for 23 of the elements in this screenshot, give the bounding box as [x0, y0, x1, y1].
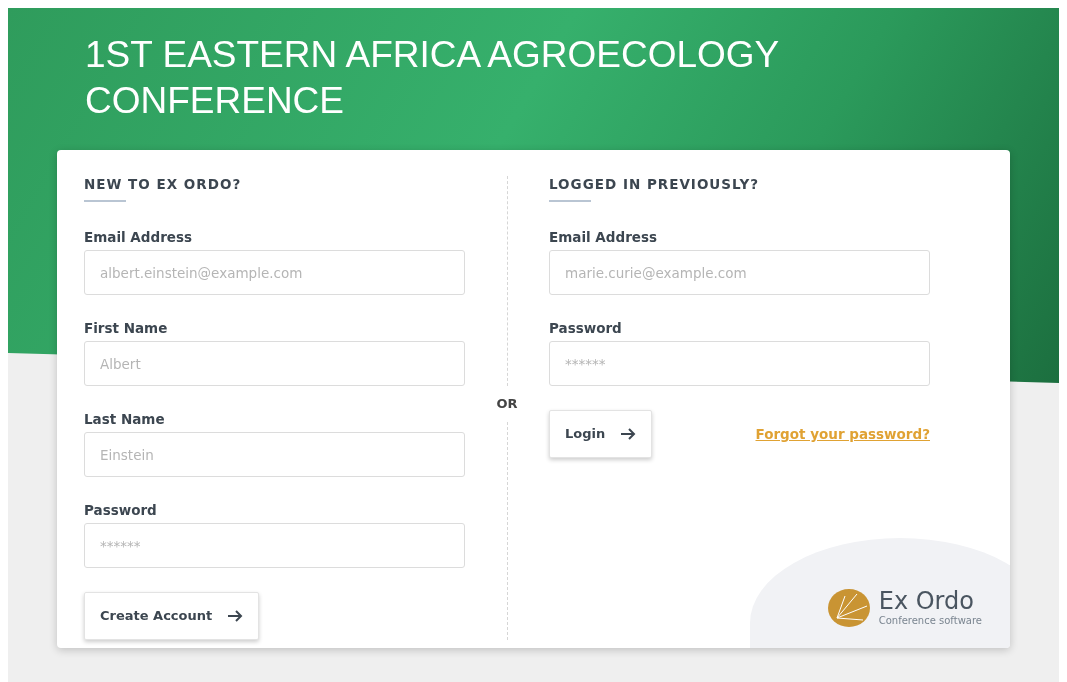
login-button[interactable]: Login — [549, 410, 653, 458]
section-heading: NEW TO EX ORDO? — [84, 176, 243, 194]
field-label: First Name — [84, 319, 169, 338]
field-label: Email Address — [549, 228, 658, 247]
conference-title: 1ST EASTERN AFRICA AGROECOLOGY CONFERENCE — [85, 33, 780, 123]
input-field[interactable]: Einstein — [84, 432, 465, 478]
arrow-icon — [228, 609, 244, 622]
input-field[interactable]: ****** — [84, 523, 465, 569]
create-account-button[interactable]: Create Account — [84, 592, 260, 640]
or-separator: OR — [496, 395, 518, 413]
input-field[interactable]: ****** — [549, 341, 930, 387]
input-field[interactable]: marie.curie@example.com — [549, 250, 930, 296]
logo-tagline: Conference software — [878, 613, 982, 628]
logo-name: Ex Ordo — [878, 588, 975, 613]
logo-icon — [826, 588, 871, 628]
field-label: Password — [84, 501, 158, 520]
field-label: Email Address — [84, 228, 193, 247]
section-heading: LOGGED IN PREVIOUSLY? — [549, 176, 761, 194]
field-label: Last Name — [84, 410, 166, 429]
input-field[interactable]: Albert — [84, 341, 465, 387]
field-label: Password — [549, 319, 623, 338]
input-field[interactable]: albert.einstein@example.com — [84, 250, 465, 296]
arrow-icon — [621, 427, 637, 440]
